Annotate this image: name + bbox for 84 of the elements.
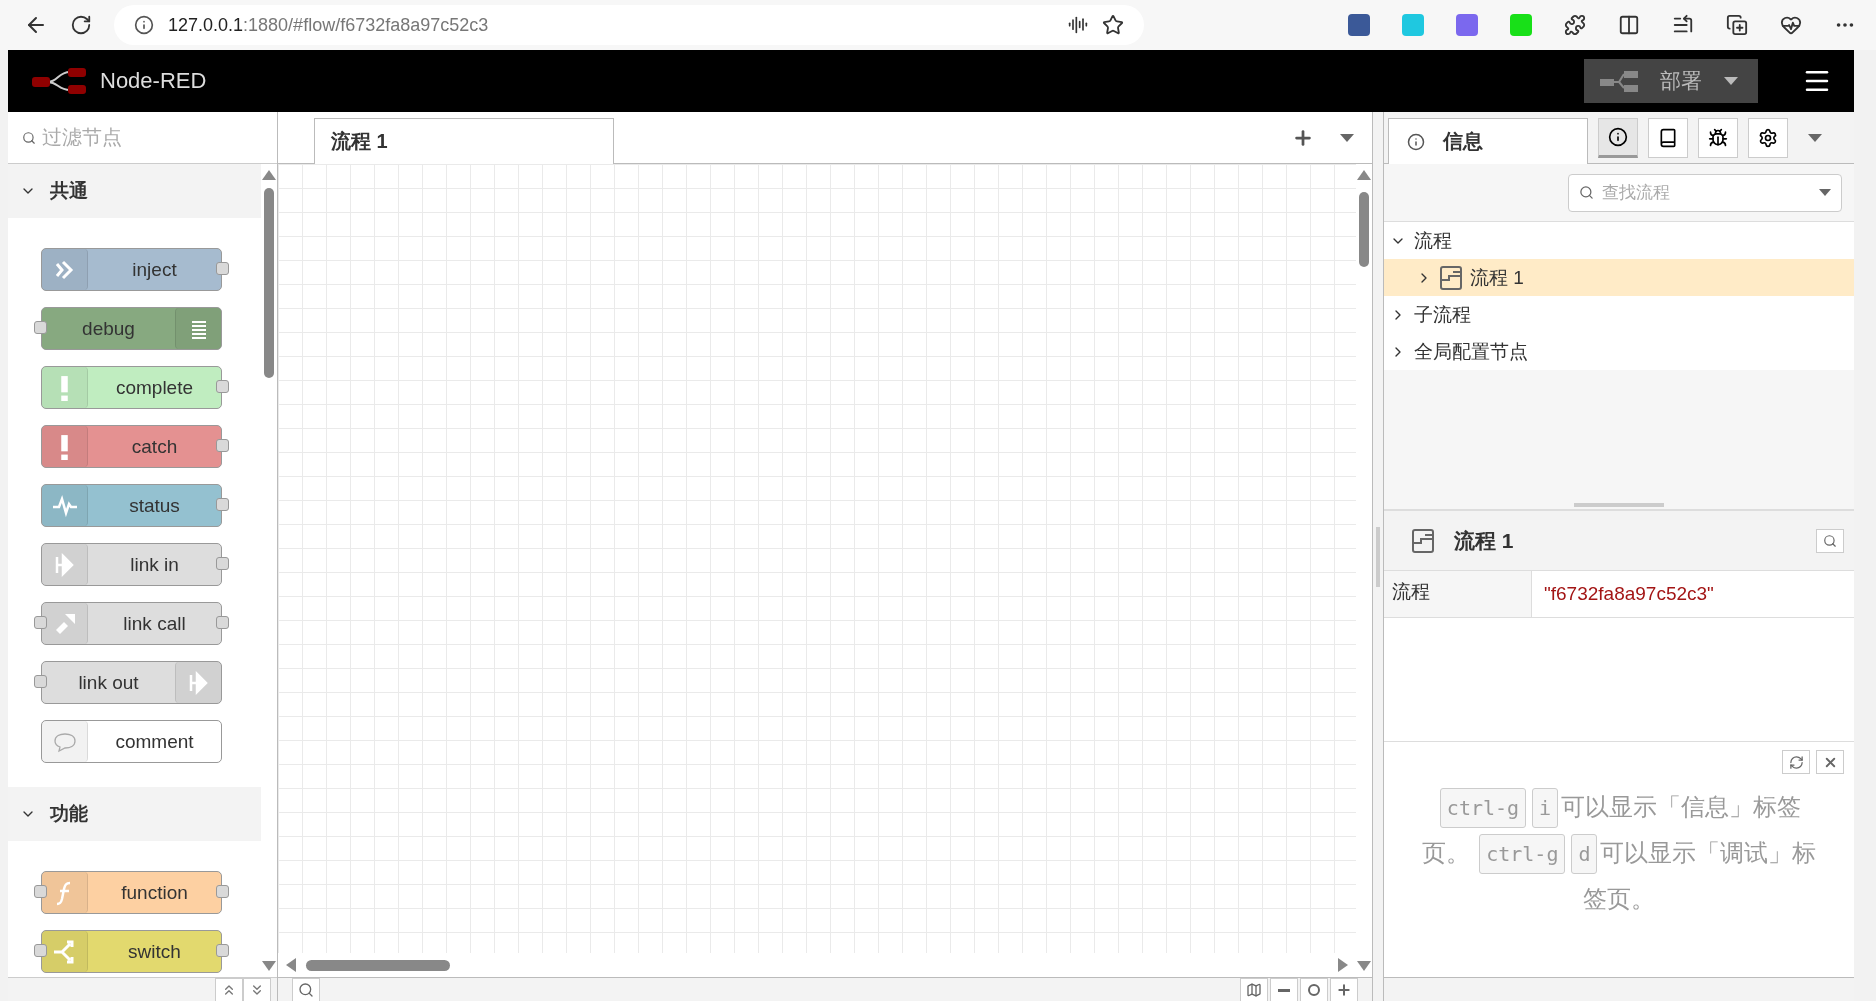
- caret-icon[interactable]: [1808, 133, 1822, 142]
- flow-icon: [1440, 265, 1462, 290]
- scroll-down-icon: [1357, 961, 1371, 971]
- read-aloud-icon[interactable]: [1068, 15, 1088, 35]
- keyboard-key: ctrl-g: [1479, 834, 1566, 874]
- sidebar-icon-tab[interactable]: [1648, 117, 1688, 158]
- close-button[interactable]: [1816, 750, 1844, 774]
- collections-icon[interactable]: [1726, 14, 1748, 36]
- palette-node[interactable]: function: [41, 871, 222, 914]
- keyboard-key: ctrl-g: [1439, 788, 1527, 828]
- expand-all-button[interactable]: [243, 978, 271, 1001]
- caret-icon[interactable]: [1340, 133, 1354, 142]
- extension-icon[interactable]: [1348, 14, 1370, 36]
- caret-icon: [1819, 189, 1831, 196]
- book-icon: [1658, 127, 1678, 148]
- palette-node[interactable]: link call: [41, 602, 222, 645]
- split-screen-icon[interactable]: [1618, 14, 1640, 36]
- keyboard-key: i: [1532, 788, 1559, 828]
- scrollbar-thumb[interactable]: [264, 188, 274, 378]
- extension-icon[interactable]: [1456, 14, 1478, 36]
- scroll-down-icon: [262, 961, 276, 971]
- search-icon: [1823, 533, 1837, 548]
- sidebar-tab[interactable]: 信息: [1388, 118, 1588, 164]
- category-header[interactable]: 功能: [8, 787, 261, 841]
- map-icon: [1246, 982, 1262, 998]
- palette-node[interactable]: link out: [41, 661, 222, 704]
- refresh-icon: [1788, 754, 1804, 770]
- scroll-right-icon: [1338, 958, 1348, 972]
- minus-icon: [1278, 988, 1290, 992]
- plus-icon: [1336, 982, 1352, 998]
- help-text: ctrl-g i 可以显示「信息」标签页。 ctrl-g d 可以显示「调试」标签页。: [1384, 774, 1854, 932]
- sidebar-icon-tab[interactable]: [1598, 117, 1638, 158]
- address-bar[interactable]: 127.0.0.1:1880/#flow/f6732fa8a97c52c3: [114, 5, 1144, 45]
- palette-node[interactable]: status: [41, 484, 222, 527]
- info-icon: [1407, 132, 1425, 151]
- collapse-all-button[interactable]: [215, 978, 243, 1001]
- bug-icon: [1708, 127, 1728, 148]
- palette-node[interactable]: inject: [41, 248, 222, 291]
- sidebar-icon-tab[interactable]: [1698, 117, 1738, 158]
- search-button[interactable]: [292, 978, 320, 1001]
- info-icon: [134, 15, 154, 35]
- search-button[interactable]: [1816, 528, 1844, 553]
- palette-node[interactable]: complete: [41, 366, 222, 409]
- scroll-up-icon: [262, 170, 276, 180]
- keyboard-key: d: [1571, 834, 1598, 874]
- search-icon: [1579, 185, 1594, 200]
- info-title: 流程 1: [1454, 527, 1515, 554]
- tree-item[interactable]: 流程 1: [1384, 259, 1854, 296]
- palette-node[interactable]: comment: [41, 720, 222, 763]
- scroll-up-icon: [1357, 170, 1371, 180]
- settings-icon: [1758, 127, 1778, 148]
- sidebar-icon-tab[interactable]: [1748, 117, 1788, 158]
- category-header[interactable]: 共通: [8, 164, 261, 218]
- exclamation-icon: [61, 433, 68, 460]
- caret-icon: [1724, 77, 1738, 85]
- search-icon: [298, 982, 314, 998]
- puzzle-icon[interactable]: [1564, 14, 1586, 36]
- palette-node[interactable]: switch: [41, 930, 222, 973]
- refresh-button[interactable]: [1782, 750, 1810, 774]
- zoom-in-button[interactable]: [1330, 978, 1358, 1001]
- flow-tab[interactable]: 流程 1: [314, 118, 614, 164]
- star-icon[interactable]: [1102, 14, 1124, 36]
- palette-node[interactable]: catch: [41, 425, 222, 468]
- scroll-left-icon: [286, 958, 296, 972]
- property-label: 流程: [1384, 571, 1532, 617]
- info-icon: [1608, 126, 1628, 147]
- deploy-icon: [1600, 69, 1638, 93]
- search-icon: [22, 130, 36, 145]
- flow-icon: [1412, 528, 1434, 553]
- palette-node[interactable]: debug: [41, 307, 222, 350]
- grip-icon: [1376, 526, 1380, 587]
- reload-icon[interactable]: [70, 14, 92, 36]
- zoom-reset-button[interactable]: [1300, 978, 1328, 1001]
- property-value: "f6732fa8a97c52c3": [1543, 582, 1715, 606]
- health-icon[interactable]: [1780, 14, 1802, 36]
- scrollbar-thumb[interactable]: [306, 959, 450, 971]
- exclamation-icon: [61, 374, 68, 401]
- zoom-out-button[interactable]: [1270, 978, 1298, 1001]
- deploy-button[interactable]: 部署: [1584, 59, 1758, 103]
- map-button[interactable]: [1240, 978, 1268, 1001]
- scrollbar-thumb[interactable]: [1359, 192, 1369, 267]
- circle-icon: [1307, 983, 1321, 997]
- app-title: Node-RED: [100, 68, 207, 94]
- palette-node[interactable]: link in: [41, 543, 222, 586]
